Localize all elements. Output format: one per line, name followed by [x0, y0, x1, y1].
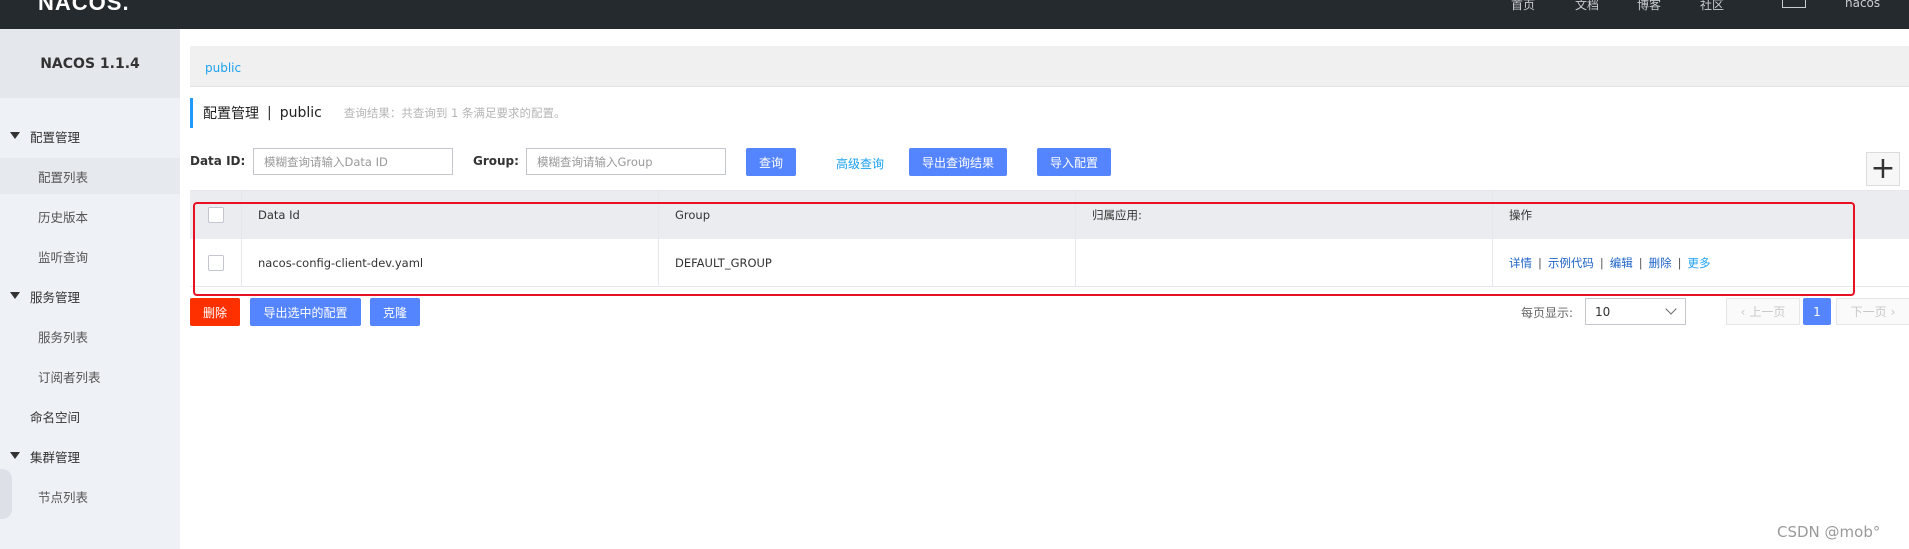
page-title-text: 配置管理: [203, 106, 259, 122]
sidebar-item-namespace[interactable]: 命名空间: [0, 398, 180, 434]
sidebar-item-config-list[interactable]: 配置列表: [0, 158, 180, 194]
action-separator: |: [1538, 256, 1542, 270]
namespace-bar: public: [190, 46, 1909, 87]
namespace-link-public[interactable]: public: [205, 61, 241, 75]
select-all-checkbox[interactable]: [208, 207, 224, 223]
chevron-right-icon: ›: [1890, 304, 1896, 319]
cell-actions: 详情 | 示例代码 | 编辑 | 删除 | 更多: [1492, 239, 1909, 287]
page-size-value: 10: [1595, 304, 1611, 319]
sidebar-item-service-list[interactable]: 服务列表: [0, 318, 180, 354]
sidebar-item-label: 监听查询: [38, 249, 89, 265]
page-1-button[interactable]: 1: [1803, 298, 1831, 325]
next-page-button[interactable]: 下一页 ›: [1836, 298, 1909, 325]
nav-community[interactable]: 社区: [1700, 0, 1724, 13]
nacos-logo[interactable]: NACOS.: [38, 0, 130, 16]
sidebar: NACOS 1.1.4 配置管理 配置列表 历史版本 监听查询 服务管理 服务列…: [0, 29, 180, 549]
action-separator: |: [1638, 256, 1643, 270]
nav-docs[interactable]: 文档: [1575, 0, 1599, 13]
product-version-title: NACOS 1.1.4: [0, 29, 180, 98]
add-config-button[interactable]: +: [1866, 152, 1900, 186]
clone-button[interactable]: 克隆: [370, 298, 420, 326]
sidebar-group-cluster-management[interactable]: 集群管理: [0, 438, 180, 474]
sidebar-item-label: 历史版本: [38, 209, 89, 225]
row-actions: 详情 | 示例代码 | 编辑 | 删除 | 更多: [1509, 255, 1711, 271]
sidebar-item-label: 服务列表: [38, 329, 89, 345]
action-detail-link[interactable]: 详情: [1509, 255, 1532, 271]
delete-selected-button[interactable]: 删除: [190, 298, 240, 326]
action-sample-code-link[interactable]: 示例代码: [1548, 255, 1594, 271]
data-id-label: Data ID:: [190, 154, 246, 168]
column-header-group: Group: [658, 191, 1075, 239]
sidebar-item-label: 配置列表: [38, 169, 89, 185]
caret-down-icon: [10, 452, 20, 459]
group-label: Group:: [473, 154, 519, 168]
language-switch-button[interactable]: [1782, 0, 1806, 8]
page-size-label: 每页显示:: [1521, 306, 1574, 320]
top-header: NACOS. 首页 文档 博客 社区 nacos: [0, 0, 1909, 29]
row-checkbox[interactable]: [208, 255, 224, 271]
cell-app: [1075, 239, 1492, 287]
prev-page-button[interactable]: ‹ 上一页: [1726, 298, 1800, 325]
page-size-select[interactable]: 10: [1585, 298, 1686, 325]
caret-down-icon: [10, 132, 20, 139]
cell-group: DEFAULT_GROUP: [658, 239, 1075, 287]
sidebar-item-label: 订阅者列表: [38, 369, 101, 385]
action-delete-link[interactable]: 删除: [1649, 255, 1672, 271]
column-header-actions: 操作: [1492, 191, 1909, 239]
action-separator: |: [1599, 256, 1604, 270]
sidebar-item-subscriber-list[interactable]: 订阅者列表: [0, 358, 180, 394]
sidebar-item-label: 服务管理: [30, 289, 81, 305]
page-title: 配置管理 | public 查询结果：共查询到 1 条满足要求的配置。: [190, 98, 565, 128]
nav-home[interactable]: 首页: [1511, 0, 1535, 13]
sidebar-item-label: 命名空间: [30, 409, 81, 425]
sidebar-item-history[interactable]: 历史版本: [0, 198, 180, 234]
plus-icon: +: [1870, 151, 1896, 186]
query-result-hint: 查询结果：共查询到 1 条满足要求的配置。: [343, 106, 566, 120]
table-header: Data Id Group 归属应用: 操作: [190, 191, 1909, 239]
action-more-link[interactable]: 更多: [1688, 255, 1711, 271]
sidebar-item-listener-query[interactable]: 监听查询: [0, 238, 180, 274]
sidebar-group-service-management[interactable]: 服务管理: [0, 278, 180, 314]
group-search-input[interactable]: 模糊查询请输入Group: [526, 148, 726, 175]
nav-blog[interactable]: 博客: [1637, 0, 1661, 13]
action-separator: |: [1677, 256, 1682, 270]
advanced-query-link[interactable]: 高级查询: [836, 155, 884, 172]
next-page-label: 下一页: [1850, 305, 1887, 319]
prev-page-label: 上一页: [1749, 305, 1786, 319]
column-header-app: 归属应用:: [1075, 191, 1492, 239]
sidebar-item-label: 集群管理: [30, 449, 81, 465]
sidebar-item-label: 节点列表: [38, 489, 89, 505]
data-id-search-input[interactable]: 模糊查询请输入Data ID: [253, 148, 453, 175]
column-header-data-id: Data Id: [241, 191, 658, 239]
export-selected-button[interactable]: 导出选中的配置: [250, 298, 361, 326]
chevron-left-icon: ‹: [1740, 304, 1746, 319]
title-namespace: public: [279, 105, 322, 121]
cell-data-id: nacos-config-client-dev.yaml: [241, 239, 658, 287]
csdn-watermark: CSDN @mob°: [1777, 523, 1881, 541]
config-table: Data Id Group 归属应用: 操作 nacos-config-clie…: [190, 190, 1909, 287]
sidebar-item-node-list[interactable]: 节点列表: [0, 478, 180, 514]
sidebar-item-label: 配置管理: [30, 129, 81, 145]
table-row: nacos-config-client-dev.yaml DEFAULT_GRO…: [190, 239, 1909, 287]
sidebar-group-config-management[interactable]: 配置管理: [0, 118, 180, 154]
import-config-button[interactable]: 导入配置: [1037, 148, 1111, 176]
chevron-down-icon: [1665, 303, 1677, 315]
title-separator: |: [267, 105, 272, 121]
user-menu[interactable]: nacos: [1845, 0, 1880, 10]
export-query-results-button[interactable]: 导出查询结果: [909, 148, 1007, 176]
query-button[interactable]: 查询: [746, 148, 796, 176]
sidebar-collapse-handle[interactable]: [0, 469, 12, 519]
caret-down-icon: [10, 292, 20, 299]
action-edit-link[interactable]: 编辑: [1610, 255, 1633, 271]
